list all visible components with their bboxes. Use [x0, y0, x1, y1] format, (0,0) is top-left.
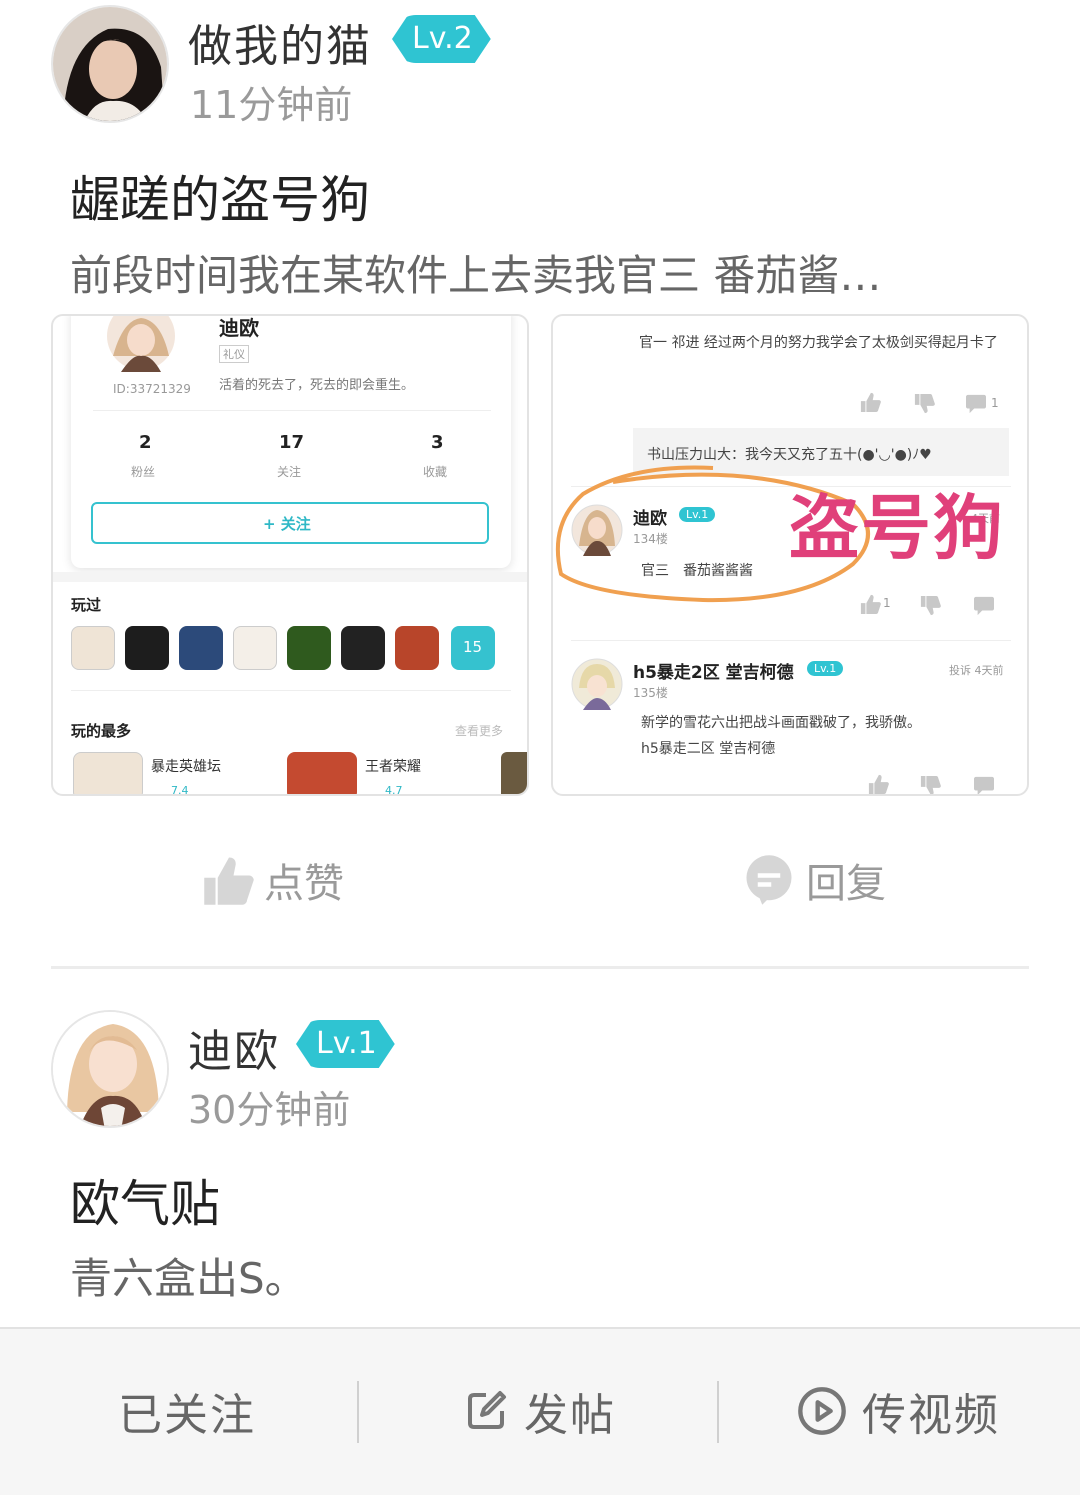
reply-count: 1 — [991, 396, 999, 410]
post-image-comments[interactable]: 官一 祁进 经过两个月的努力我学会了太极剑买得起月卡了 1 书山压力山大：我今天… — [551, 314, 1029, 796]
comment-icon — [974, 596, 994, 616]
like-icon — [860, 594, 881, 614]
commenter-name: h5暴走2区 堂吉柯德 — [633, 663, 794, 683]
dislike-icon — [914, 394, 935, 414]
stat-following-value: 17 — [279, 432, 305, 453]
commenter-level: Lv.1 — [807, 661, 844, 676]
post-excerpt[interactable]: 青六盒出S。 — [70, 1245, 307, 1306]
author-name[interactable]: 迪欧 — [188, 1015, 280, 1079]
chat-bubble-icon — [746, 855, 792, 905]
section-gap — [53, 572, 527, 582]
post-title[interactable]: 龌蹉的盗号狗 — [70, 160, 370, 232]
comment-floor: 135楼 — [633, 686, 668, 700]
comment-meta: 投诉 4天前 — [949, 664, 1004, 677]
edit-icon — [468, 1391, 506, 1429]
like-icon — [868, 774, 889, 794]
followed-button[interactable]: 已关注 — [118, 1379, 256, 1443]
game-icon — [287, 626, 331, 670]
more-games-count: 15 — [463, 638, 483, 656]
thumbs-up-icon — [204, 857, 254, 905]
profile-bio: 活着的死去了，死去的即会重生。 — [219, 378, 415, 393]
post-card[interactable]: 做我的猫 Lv.2 11分钟前 龌蹉的盗号狗 前段时间我在某软件上去卖我官三 番… — [0, 0, 1080, 966]
comment-text: h5暴走二区 堂吉柯德 — [641, 741, 776, 757]
like-icon — [860, 392, 881, 412]
like-button[interactable]: 点赞 — [202, 850, 344, 910]
game-icon — [341, 626, 385, 670]
dislike-icon — [920, 596, 941, 616]
profile-divider — [93, 410, 491, 411]
post-image-profile[interactable]: 迪欧 礼仪 ID:33721329 活着的死去了，死去的即会重生。 2 粉丝 1… — [51, 314, 529, 796]
level-badge: Lv.2 — [392, 15, 491, 63]
followed-label: 已关注 — [118, 1390, 256, 1441]
game-icon — [179, 626, 223, 670]
quote-text: 书山压力山大：我今天又充了五十(●'◡'●)ﾉ♥ — [647, 447, 932, 463]
bar-separator — [357, 1381, 359, 1443]
game-icon — [73, 752, 143, 794]
profile-avatar — [107, 316, 175, 372]
commenter-avatar — [571, 658, 623, 710]
post-time: 30分钟前 — [188, 1088, 351, 1132]
author-avatar[interactable] — [51, 5, 169, 123]
profile-tag: 礼仪 — [219, 345, 249, 363]
profile-id: ID:33721329 — [113, 382, 191, 396]
played-games-row: 15 — [71, 626, 527, 670]
like-count: 1 — [883, 596, 891, 610]
stat-fans-value: 2 — [139, 432, 152, 453]
like-label: 点赞 — [264, 861, 344, 907]
bottom-action-bar: 已关注 发帖 传视频 — [0, 1327, 1080, 1495]
stat-favorites-label: 收藏 — [423, 465, 448, 479]
upload-video-button[interactable]: 传视频 — [796, 1379, 1000, 1443]
see-more-link: 查看更多 — [455, 724, 504, 738]
reply-label: 回复 — [806, 861, 886, 907]
new-post-label: 发帖 — [524, 1390, 616, 1441]
post-title[interactable]: 欧气贴 — [70, 1164, 220, 1236]
post-excerpt[interactable]: 前段时间我在某软件上去卖我官三 番茄酱… — [70, 242, 881, 303]
section-divider — [71, 690, 511, 691]
author-name[interactable]: 做我的猫 — [188, 10, 372, 74]
upload-video-label: 传视频 — [862, 1390, 1000, 1441]
played-title: 玩过 — [71, 596, 102, 614]
game-icon — [395, 626, 439, 670]
new-post-button[interactable]: 发帖 — [462, 1379, 616, 1443]
stat-following-label: 关注 — [277, 465, 302, 479]
follow-button-label: + 关注 — [263, 515, 311, 533]
game-name: 王者荣耀 — [365, 759, 421, 775]
comment-icon — [966, 394, 986, 414]
game-score: 4.7 — [385, 784, 403, 796]
play-circle-icon — [798, 1387, 846, 1435]
author-avatar[interactable] — [51, 1010, 169, 1128]
stat-favorites-value: 3 — [431, 432, 444, 453]
overlay-text: 盗号狗 — [789, 487, 1005, 569]
game-icon — [71, 626, 115, 670]
comment-divider — [571, 640, 1011, 641]
game-score: 7.4 — [171, 784, 189, 796]
level-badge: Lv.1 — [296, 1020, 395, 1068]
game-icon — [233, 626, 277, 670]
profile-name: 迪欧 — [219, 316, 259, 340]
dislike-icon — [920, 776, 941, 794]
game-icon — [125, 626, 169, 670]
post-card[interactable]: 迪欧 Lv.1 30分钟前 欧气贴 青六盒出S。 — [0, 969, 1080, 1327]
reply-button[interactable]: 回复 — [742, 850, 886, 910]
comment-text: 官一 祁进 经过两个月的努力我学会了太极剑买得起月卡了 — [639, 335, 998, 351]
game-name: 暴走英雄坛 — [151, 759, 221, 775]
most-played-title: 玩的最多 — [71, 722, 132, 740]
comment-text: 新学的雪花六出把战斗画面戳破了，我骄傲。 — [641, 715, 921, 731]
game-icon — [501, 752, 527, 794]
stat-fans-label: 粉丝 — [131, 465, 156, 479]
game-icon — [287, 752, 357, 794]
comment-icon — [974, 776, 994, 794]
post-time: 11分钟前 — [190, 83, 353, 127]
bar-separator — [717, 1381, 719, 1443]
